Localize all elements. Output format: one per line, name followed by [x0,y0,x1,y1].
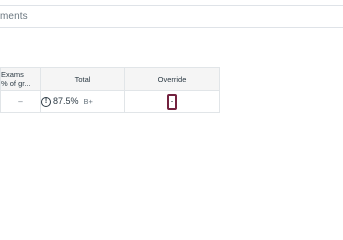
gradebook-table: Exams % of gr... Total Override – ! 87.5%… [0,67,220,113]
override-input[interactable] [167,93,177,110]
exams-column-header[interactable]: Exams % of gr... [0,67,41,91]
exams-cell[interactable]: – [0,90,41,113]
total-percent: 87.5% [53,96,79,107]
total-cell[interactable]: ! 87.5% B+ [40,90,125,113]
total-letter-grade: B+ [83,97,93,106]
warning-icon: ! [41,96,51,107]
table-row: – ! 87.5% B+ [0,90,220,113]
exams-header-line-1: Exams [1,70,24,79]
top-breadcrumb-bar: ments [0,5,343,28]
override-cell[interactable] [124,90,220,113]
override-column-header[interactable]: Override [124,67,220,91]
table-header-row: Exams % of gr... Total Override [0,67,220,91]
breadcrumb: ments [0,11,28,22]
exams-header-line-2: % of gr... [1,79,31,88]
total-column-header[interactable]: Total [40,67,125,91]
gradebook-screen: ments Exams % of gr... Total Override – … [0,0,343,203]
